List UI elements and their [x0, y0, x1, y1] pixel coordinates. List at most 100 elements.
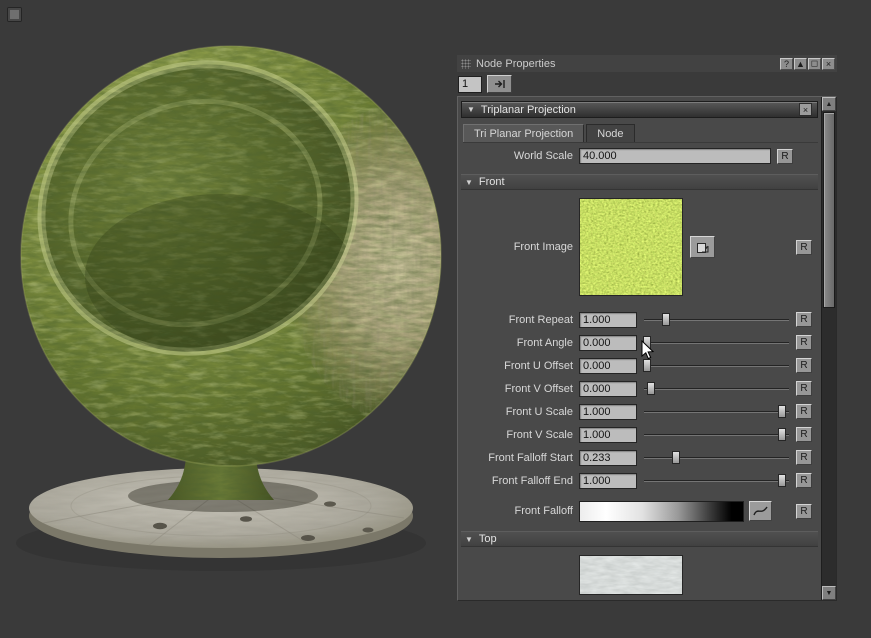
param-label: Front U Offset: [461, 360, 579, 372]
front-image-thumbnail[interactable]: [579, 198, 683, 296]
slider-handle[interactable]: [647, 382, 655, 395]
slider-handle[interactable]: [672, 451, 680, 464]
falloff-gradient[interactable]: [579, 501, 744, 522]
top-image-row: [461, 555, 818, 595]
param-reset-button[interactable]: R: [796, 404, 812, 419]
index-field[interactable]: [458, 76, 482, 93]
param-slider[interactable]: [644, 450, 789, 465]
panel-titlebar[interactable]: Node Properties ? ▲ ◻ ×: [457, 55, 837, 72]
param-label: Front Repeat: [461, 314, 579, 326]
param-slider[interactable]: [644, 358, 789, 373]
param-reset-button[interactable]: R: [796, 450, 812, 465]
param-row: Front Repeat R: [461, 308, 818, 331]
param-label: Front U Scale: [461, 406, 579, 418]
param-value-field[interactable]: [579, 473, 637, 489]
top-collapse-icon[interactable]: ▼: [465, 535, 473, 544]
scrollbar-thumb[interactable]: [823, 112, 835, 308]
front-image-reset-button[interactable]: R: [796, 240, 812, 255]
param-label: Front V Scale: [461, 429, 579, 441]
maximize-button[interactable]: ▲: [794, 58, 807, 70]
param-row: Front Angle R: [461, 331, 818, 354]
param-value-field[interactable]: [579, 312, 637, 328]
tab-node[interactable]: Node: [586, 124, 634, 142]
slider-handle[interactable]: [778, 405, 786, 418]
edit-gradient-button[interactable]: [749, 501, 772, 521]
slider-handle[interactable]: [662, 313, 670, 326]
param-slider[interactable]: [644, 335, 789, 350]
world-scale-field[interactable]: [579, 148, 771, 164]
help-button[interactable]: ?: [780, 58, 793, 70]
node-header-title: Triplanar Projection: [481, 104, 576, 116]
param-value-field[interactable]: [579, 358, 637, 374]
preset-row: [457, 72, 837, 96]
tab-bar: Tri Planar Projection Node: [463, 124, 818, 143]
param-slider[interactable]: [644, 404, 789, 419]
app-icon[interactable]: [7, 7, 22, 22]
slider-track[interactable]: [644, 342, 789, 344]
param-row: Front U Scale R: [461, 400, 818, 423]
scrollbar[interactable]: ▲ ▼: [821, 97, 836, 600]
mouse-cursor: [641, 340, 657, 360]
collapse-triangle-icon[interactable]: ▼: [467, 105, 475, 114]
grass-texture: [580, 199, 682, 295]
param-reset-button[interactable]: R: [796, 312, 812, 327]
tab-triplanar-projection[interactable]: Tri Planar Projection: [463, 124, 584, 142]
param-label: Front Falloff End: [461, 475, 579, 487]
param-slider[interactable]: [644, 312, 789, 327]
slider-handle[interactable]: [643, 359, 651, 372]
param-row: Front U Offset R: [461, 354, 818, 377]
slider-handle[interactable]: [778, 474, 786, 487]
load-image-button[interactable]: [690, 236, 715, 258]
titlebar-grip-icon: [461, 59, 471, 69]
apply-button[interactable]: [487, 75, 512, 93]
restore-button[interactable]: ◻: [808, 58, 821, 70]
param-slider[interactable]: [644, 427, 789, 442]
scroll-down-button[interactable]: ▼: [822, 586, 836, 600]
front-image-row: Front Image R: [461, 198, 818, 296]
front-collapse-icon[interactable]: ▼: [465, 178, 473, 187]
falloff-reset-button[interactable]: R: [796, 504, 812, 519]
front-section-header[interactable]: ▼ Front: [461, 174, 818, 190]
slider-track[interactable]: [644, 388, 789, 390]
scroll-up-button[interactable]: ▲: [822, 97, 836, 111]
param-reset-button[interactable]: R: [796, 335, 812, 350]
front-section-label: Front: [479, 176, 505, 188]
panel-title: Node Properties: [476, 58, 556, 70]
properties-content: ▼ Triplanar Projection × Tri Planar Proj…: [458, 97, 820, 600]
param-value-field[interactable]: [579, 381, 637, 397]
param-reset-button[interactable]: R: [796, 473, 812, 488]
node-close-button[interactable]: ×: [799, 103, 812, 116]
param-row: Front V OffsetR: [461, 377, 818, 400]
stone-texture: [580, 556, 682, 595]
param-value-field[interactable]: [579, 450, 637, 466]
panel-close-button[interactable]: ×: [822, 58, 835, 70]
preview-render: [8, 38, 458, 583]
param-reset-button[interactable]: R: [796, 427, 812, 442]
param-reset-button[interactable]: R: [796, 358, 812, 373]
world-scale-label: World Scale: [461, 150, 579, 162]
param-slider[interactable]: [644, 473, 789, 488]
slider-track[interactable]: [644, 434, 789, 436]
param-label: Front Angle: [461, 337, 579, 349]
param-value-field[interactable]: [579, 335, 637, 351]
node-properties-panel: Node Properties ? ▲ ◻ × ▼ Triplanar Proj…: [457, 55, 837, 601]
param-row: Front Falloff End R: [461, 469, 818, 492]
slider-track[interactable]: [644, 411, 789, 413]
world-scale-reset-button[interactable]: R: [777, 149, 793, 164]
param-value-field[interactable]: [579, 427, 637, 443]
material-preview-3d[interactable]: [8, 38, 458, 583]
top-image-thumbnail[interactable]: [579, 555, 683, 595]
slider-track[interactable]: [644, 365, 789, 367]
param-slider[interactable]: [644, 381, 789, 396]
top-section-header[interactable]: ▼ Top: [461, 531, 818, 547]
apply-icon: [493, 78, 507, 90]
param-value-field[interactable]: [579, 404, 637, 420]
node-header[interactable]: ▼ Triplanar Projection ×: [461, 101, 818, 118]
param-reset-button[interactable]: R: [796, 381, 812, 396]
front-image-label: Front Image: [461, 241, 579, 253]
top-section-label: Top: [479, 533, 497, 545]
param-rows: Front Repeat R Front Angle R Front U Offset R…: [461, 308, 818, 492]
slider-track[interactable]: [644, 480, 789, 482]
slider-track[interactable]: [644, 457, 789, 459]
slider-handle[interactable]: [778, 428, 786, 441]
